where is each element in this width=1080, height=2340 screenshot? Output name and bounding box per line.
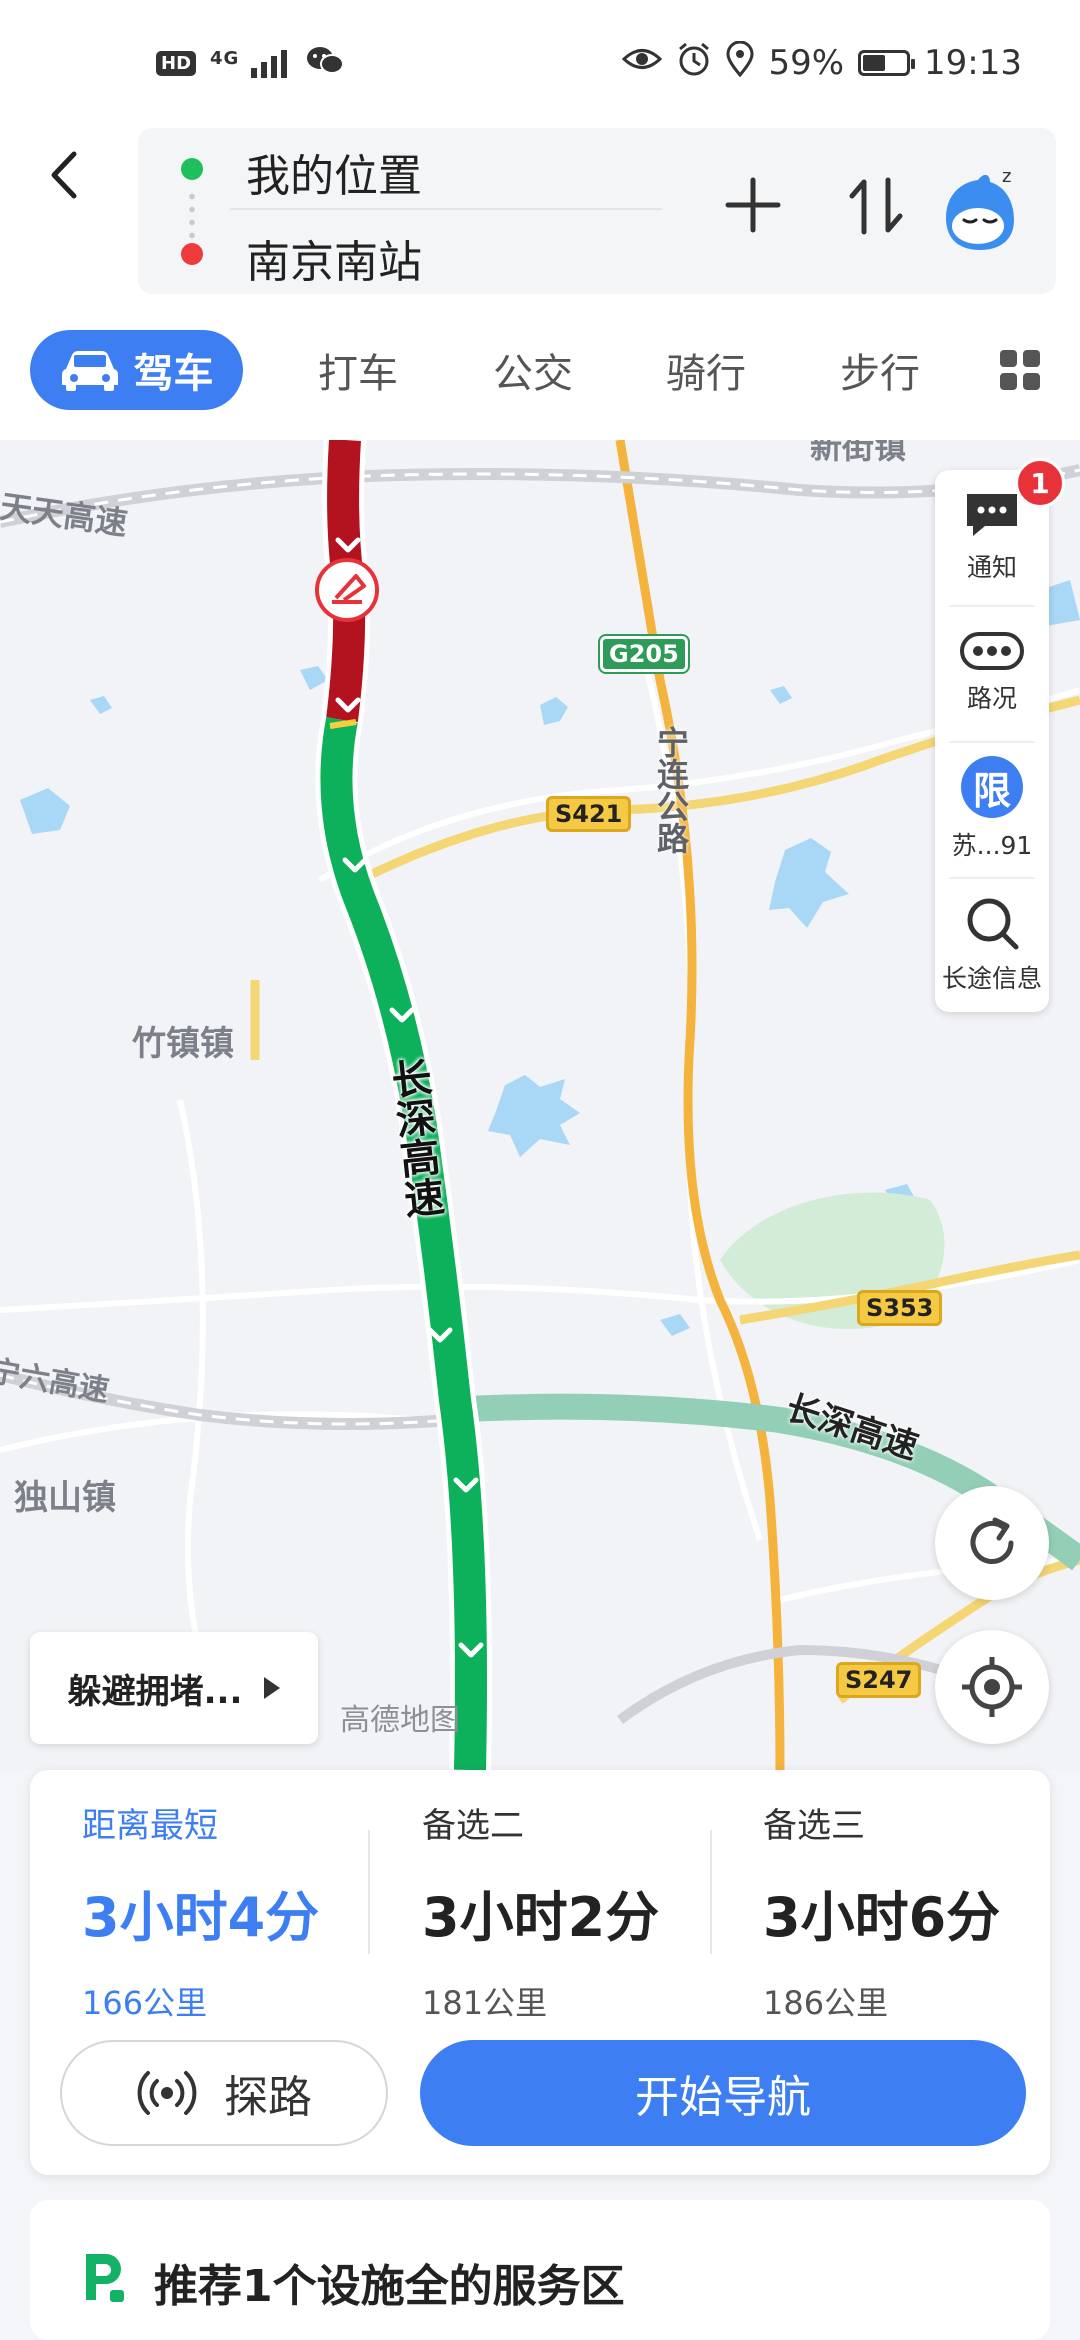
map-tools-panel: 通知 路况 限 苏...91 长途信息 (935, 470, 1049, 1012)
option-separator (710, 1830, 712, 1954)
message-icon (967, 494, 1017, 536)
notification-badge: 1 (1015, 458, 1065, 508)
refresh-route-button[interactable] (935, 1486, 1049, 1600)
route-transition-mark (329, 719, 357, 729)
route-divider (230, 208, 662, 210)
option-separator (368, 1830, 370, 1954)
route-option-1[interactable]: 距离最短 3小时4分 166公里 (82, 1798, 319, 2024)
map-label-ninglian: 宁连公路 (652, 726, 690, 854)
chevron-left-icon (51, 151, 77, 199)
map-canvas (0, 440, 1080, 1770)
battery-icon (858, 50, 916, 76)
crosshair-icon (962, 1657, 1022, 1717)
swap-route-button[interactable] (848, 176, 904, 236)
tab-taxi[interactable]: 打车 (318, 335, 398, 405)
more-modes-grid-icon[interactable] (1000, 350, 1040, 390)
network-type: 4G (210, 47, 240, 69)
alarm-icon (676, 41, 712, 86)
origin-field[interactable]: 我的位置 (246, 140, 422, 204)
start-navigation-label: 开始导航 (635, 2072, 811, 2123)
long-trip-label: 长途信息 (941, 964, 1042, 993)
destination-field[interactable]: 南京南站 (246, 226, 422, 290)
route-option-time: 3小时4分 (82, 1886, 320, 1949)
route-connector (189, 190, 195, 242)
map-label-xinjie: 新街镇 (810, 440, 907, 466)
plate-label: 苏...91 (951, 831, 1033, 860)
route-option-3[interactable]: 备选三 3小时6分 186公里 (763, 1798, 1000, 2024)
tab-walk[interactable]: 步行 (840, 335, 920, 405)
eye-icon (622, 43, 663, 83)
avoid-congestion-label: 躲避拥堵... (67, 1671, 243, 1712)
battery-percent: 59% (768, 43, 845, 83)
svg-text:z: z (1002, 168, 1011, 187)
explore-label: 探路 (224, 2072, 312, 2123)
tab-drive-label: 驾车 (133, 351, 214, 397)
route-option-distance: 186公里 (763, 1984, 889, 2022)
minor-roads (0, 639, 1080, 1722)
origin-dot-icon (181, 158, 203, 180)
tab-bus[interactable]: 公交 (493, 335, 573, 405)
route-option-distance: 181公里 (422, 1984, 548, 2022)
start-navigation-button[interactable]: 开始导航 (420, 2040, 1026, 2146)
parking-icon (82, 2250, 128, 2306)
route-option-time: 3小时6分 (763, 1886, 1001, 1949)
clock: 19:13 (924, 43, 1022, 83)
tab-drive[interactable]: 驾车 (30, 330, 243, 410)
route-option-title: 备选二 (422, 1806, 524, 1846)
route-options-panel: 距离最短 3小时4分 166公里 备选二 3小时2分 181公里 备选三 3小时… (30, 1770, 1050, 2175)
route-option-distance: 166公里 (82, 1984, 208, 2022)
road-shield-g205: G205 (598, 634, 690, 674)
status-right: 59% 19:13 (622, 38, 1022, 88)
route-option-title: 备选三 (763, 1806, 865, 1846)
status-left: HD 4G (156, 40, 345, 86)
locate-me-button[interactable] (935, 1630, 1049, 1744)
location-icon (726, 40, 754, 86)
map-view[interactable]: 天天高速 新街镇 竹镇镇 独山镇 宁六高速 宁连公路 长深高速 长深高速 高德地… (0, 440, 1080, 1770)
tab-ride[interactable]: 骑行 (666, 335, 746, 405)
route-option-2[interactable]: 备选二 3小时2分 181公里 (422, 1798, 659, 2024)
map-label-zhuzhen: 竹镇镇 (132, 1024, 234, 1064)
destination-dot-icon (181, 243, 203, 265)
search-icon (967, 898, 1019, 950)
plus-icon (725, 177, 781, 233)
notify-label: 通知 (966, 553, 1017, 582)
traffic-label: 路况 (966, 684, 1017, 713)
traffic-icon (960, 632, 1024, 670)
traffic-toggle-button[interactable]: 路况 (935, 606, 1049, 740)
traffic-incident-icon[interactable] (315, 558, 379, 622)
assistant-avatar-button[interactable]: z (938, 166, 1022, 254)
route-option-time: 3小时2分 (422, 1886, 660, 1949)
explore-route-button[interactable]: 探路 (60, 2040, 388, 2146)
swap-icon (849, 177, 903, 235)
road-shield-s421: S421 (546, 796, 632, 832)
play-arrow-icon (264, 1677, 281, 1699)
amap-watermark: 高德地图 (340, 1703, 460, 1738)
hd-icon: HD (156, 50, 197, 76)
long-trip-info-button[interactable]: 长途信息 (935, 878, 1049, 1012)
car-icon (61, 351, 118, 391)
refresh-icon (970, 1517, 1014, 1564)
back-button[interactable] (40, 140, 90, 210)
plate-restriction-button[interactable]: 限 苏...91 (935, 742, 1049, 876)
sleeping-mascot-icon: z (946, 166, 1014, 250)
cellular-signal-icon: 4G (210, 48, 291, 79)
route-option-title: 距离最短 (82, 1806, 218, 1846)
service-area-text: 推荐1个设施全的服务区 (154, 2261, 625, 2312)
map-label-dushan: 独山镇 (14, 1478, 116, 1518)
wechat-icon (305, 44, 345, 82)
add-waypoint-button[interactable] (724, 176, 782, 234)
battery-fill (863, 55, 886, 71)
status-bar: HD 4G 59% 19:13 (0, 0, 1080, 125)
avoid-congestion-button[interactable]: 躲避拥堵... (30, 1632, 318, 1744)
road-shield-s247: S247 (836, 1662, 922, 1698)
restriction-icon: 限 (961, 756, 1023, 818)
road-shield-s353: S353 (857, 1290, 943, 1326)
broadcast-icon (137, 2071, 197, 2115)
